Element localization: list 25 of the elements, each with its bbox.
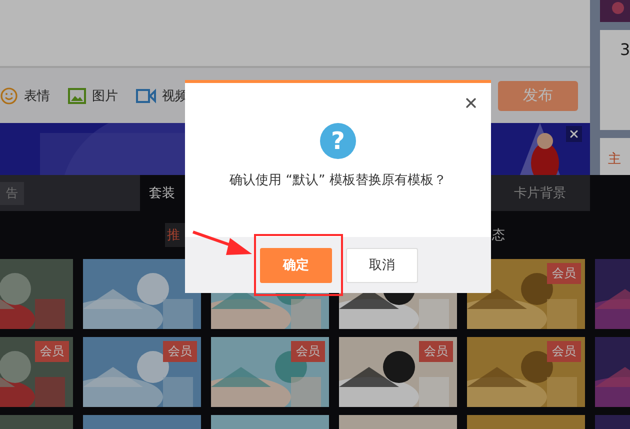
stat-number: 3 (620, 40, 630, 59)
tool-label: 表情 (24, 88, 50, 104)
smiley-icon (0, 86, 18, 104)
tab[interactable]: 套装 (140, 175, 184, 211)
cancel-button[interactable]: 取消 (346, 248, 418, 282)
member-badge: 会员 (35, 341, 69, 362)
toolbar-item[interactable]: 表情 (0, 86, 50, 104)
close-icon[interactable] (463, 95, 479, 111)
member-badge: 会员 (291, 341, 325, 362)
close-icon[interactable] (566, 126, 582, 142)
toolbar-item[interactable]: 图片 (68, 86, 118, 104)
member-badge: 会员 (419, 341, 453, 362)
member-badge: 会员 (547, 263, 581, 284)
ad-label: 告 (0, 182, 24, 204)
question-icon: ? (320, 123, 356, 159)
member-badge: 会员 (163, 341, 197, 362)
dialog-message: 确认使用 “默认” 模板替换原有模板？ (230, 172, 446, 189)
tab[interactable]: 卡片背景 (490, 175, 590, 211)
video-camera-icon (136, 88, 156, 104)
image-icon (68, 88, 86, 104)
annotation-arrow (192, 230, 252, 255)
filter-tag[interactable]: 态 (490, 223, 530, 247)
member-badge: 会员 (547, 341, 581, 362)
tool-label: 图片 (92, 88, 118, 104)
post-input-field[interactable] (0, 0, 590, 68)
